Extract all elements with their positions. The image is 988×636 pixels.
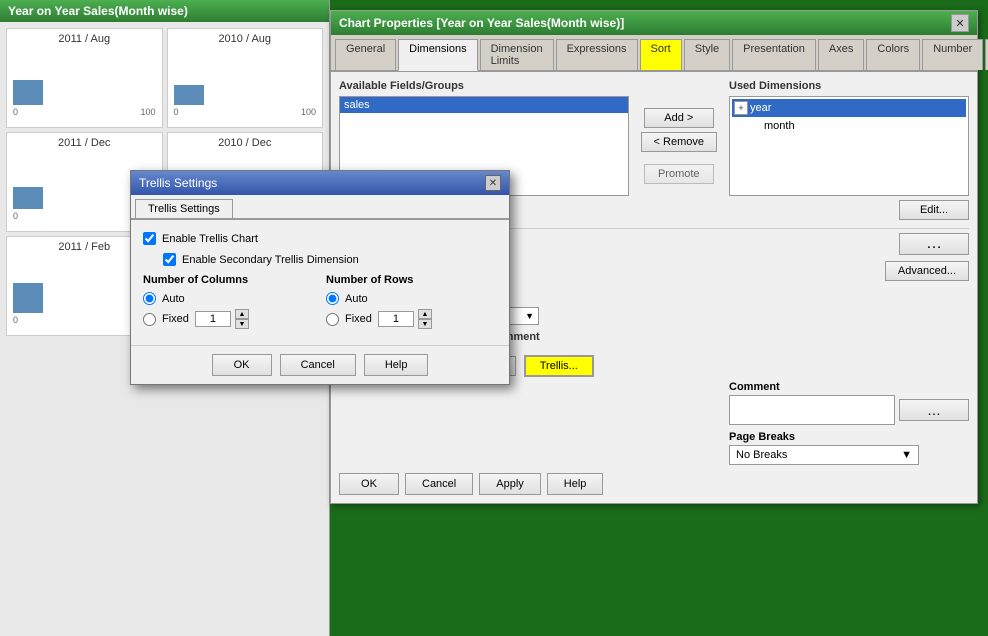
chart-bar (13, 187, 43, 209)
tab-number[interactable]: Number (922, 39, 983, 70)
auto-rows-radio[interactable] (326, 292, 339, 305)
trellis-sections-row: Number of Columns Auto Fixed ▲ ▼ (143, 274, 497, 333)
enable-secondary-label: Enable Secondary Trellis Dimension (182, 254, 359, 266)
rows-decrement[interactable]: ▼ (418, 319, 432, 329)
trellis-settings-tab[interactable]: Trellis Settings (135, 199, 233, 218)
used-dims-ellipsis[interactable]: … (899, 233, 969, 255)
rows-spinner-btns: ▲ ▼ (418, 309, 432, 329)
auto-rows-label: Auto (345, 293, 368, 305)
cols-increment[interactable]: ▲ (235, 309, 249, 319)
bottom-buttons: OK Cancel Apply Help (331, 465, 977, 503)
fixed-cols-radio[interactable] (143, 313, 156, 326)
close-icon[interactable]: ✕ (951, 14, 969, 32)
remove-button[interactable]: < Remove (641, 132, 717, 152)
list-item-sales[interactable]: sales (340, 97, 628, 113)
trellis-dialog: Trellis Settings ✕ Trellis Settings Enab… (130, 170, 510, 385)
promote-button[interactable]: Promote (644, 164, 714, 184)
fixed-rows-row: Fixed ▲ ▼ (326, 309, 497, 329)
rows-spinner: ▲ ▼ (378, 309, 432, 329)
rows-label: Number of Rows (326, 274, 497, 286)
tab-expressions[interactable]: Expressions (556, 39, 638, 70)
auto-cols-radio[interactable] (143, 292, 156, 305)
cols-spinner: ▲ ▼ (195, 309, 249, 329)
tab-dimension-limits[interactable]: Dimension Limits (480, 39, 554, 70)
chart-title: Year on Year Sales(Month wise) (0, 0, 329, 22)
trellis-buttons: OK Cancel Help (131, 345, 509, 384)
enable-trellis-label: Enable Trellis Chart (162, 233, 258, 245)
tab-dimensions[interactable]: Dimensions (398, 39, 477, 71)
available-fields-label: Available Fields/Groups (339, 80, 629, 92)
rows-increment[interactable]: ▲ (418, 309, 432, 319)
tree-item-month[interactable]: + month (732, 117, 966, 135)
comment-ellipsis[interactable]: … (899, 399, 969, 421)
tab-colors[interactable]: Colors (866, 39, 920, 70)
add-button[interactable]: Add > (644, 108, 714, 128)
fixed-rows-label: Fixed (345, 313, 372, 325)
add-remove-buttons: Add > < Remove Promote (637, 80, 721, 220)
tab-presentation[interactable]: Presentation (732, 39, 816, 70)
tab-style[interactable]: Style (684, 39, 730, 70)
auto-cols-label: Auto (162, 293, 185, 305)
chevron-down-icon: ▼ (525, 311, 534, 321)
chart-panel: 2011 / Aug 0100 (6, 28, 163, 128)
page-breaks-section: Comment (729, 331, 969, 347)
tab-bar: General Dimensions Dimension Limits Expr… (331, 35, 977, 72)
cols-spinner-btns: ▲ ▼ (235, 309, 249, 329)
page-breaks-dropdown[interactable]: No Breaks ▼ (729, 445, 919, 465)
cols-spinner-input[interactable] (195, 311, 231, 327)
rows-spinner-input[interactable] (378, 311, 414, 327)
fixed-rows-radio[interactable] (326, 313, 339, 326)
trellis-ok-button[interactable]: OK (212, 354, 272, 376)
tab-sort[interactable]: Sort (640, 39, 682, 70)
trellis-close-icon[interactable]: ✕ (485, 175, 501, 191)
trellis-titlebar: Trellis Settings ✕ (131, 171, 509, 195)
enable-trellis-checkbox[interactable] (143, 232, 156, 245)
auto-rows-row: Auto (326, 292, 497, 305)
chart-bar (13, 80, 43, 105)
chevron-down-icon2: ▼ (901, 449, 912, 461)
columns-section: Number of Columns Auto Fixed ▲ ▼ (143, 274, 314, 333)
rows-section: Number of Rows Auto Fixed ▲ ▼ (326, 274, 497, 333)
help-button[interactable]: Help (547, 473, 604, 495)
comment-left-space (339, 381, 721, 465)
chart-panel: 2010 / Aug 0100 (167, 28, 324, 128)
comment-label2: Comment (729, 381, 969, 393)
fixed-cols-label: Fixed (162, 313, 189, 325)
trellis-cancel-button[interactable]: Cancel (280, 354, 356, 376)
tree-item-year[interactable]: + year (732, 99, 966, 117)
ok-button[interactable]: OK (339, 473, 399, 495)
cols-decrement[interactable]: ▼ (235, 319, 249, 329)
fixed-cols-row: Fixed ▲ ▼ (143, 309, 314, 329)
enable-secondary-checkbox[interactable] (163, 253, 176, 266)
chart-properties-titlebar: Chart Properties [Year on Year Sales(Mon… (331, 11, 977, 35)
used-dimensions-label: Used Dimensions (729, 80, 969, 92)
columns-label: Number of Columns (143, 274, 314, 286)
comment-area-row: Comment … Page Breaks No Breaks ▼ (331, 381, 977, 465)
advanced-button[interactable]: Advanced... (885, 261, 969, 281)
trellis-title: Trellis Settings (139, 176, 217, 190)
tree-expander-year[interactable]: + (734, 101, 748, 115)
tab-axes[interactable]: Axes (818, 39, 864, 70)
comment-input[interactable] (729, 395, 895, 425)
page-breaks-label: Page Breaks (729, 431, 969, 443)
trellis-button[interactable]: Trellis... (524, 355, 594, 377)
trellis-tab-bar: Trellis Settings (131, 195, 509, 220)
trellis-content: Enable Trellis Chart Enable Secondary Tr… (131, 220, 509, 345)
comment-right: Comment … Page Breaks No Breaks ▼ (729, 381, 969, 465)
apply-button[interactable]: Apply (479, 473, 541, 495)
cancel-button[interactable]: Cancel (405, 473, 473, 495)
auto-cols-row: Auto (143, 292, 314, 305)
chart-properties-title: Chart Properties [Year on Year Sales(Mon… (339, 16, 624, 30)
enable-trellis-row: Enable Trellis Chart (143, 232, 497, 245)
used-dimensions-list[interactable]: + year + month (729, 96, 969, 196)
enable-secondary-row: Enable Secondary Trellis Dimension (143, 253, 497, 266)
used-dimensions-panel: Used Dimensions + year + month Edit... (729, 80, 969, 220)
tab-general[interactable]: General (335, 39, 396, 70)
trellis-help-button[interactable]: Help (364, 354, 429, 376)
chart-bar (13, 283, 43, 313)
chart-bar (174, 85, 204, 105)
comment-label: Comment (489, 331, 969, 343)
edit-button[interactable]: Edit... (899, 200, 969, 220)
